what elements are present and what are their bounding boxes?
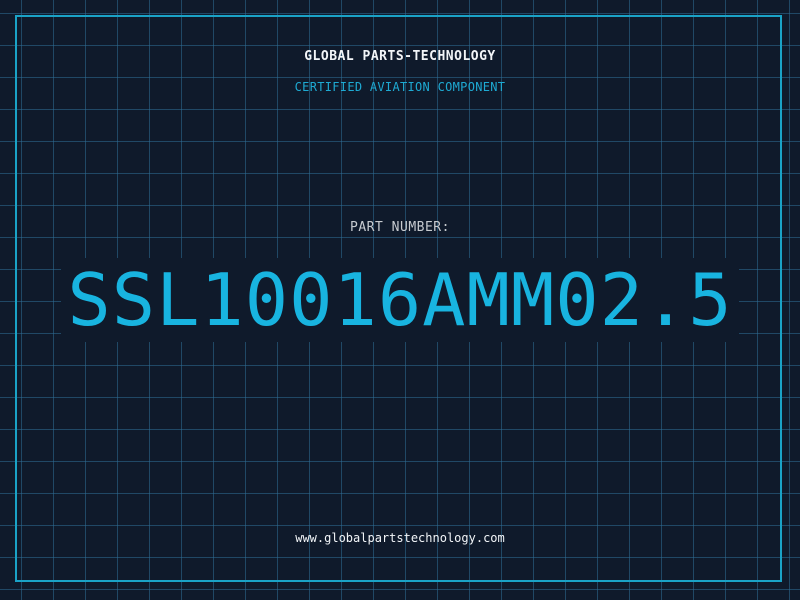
part-number-value: SSL10016AMM02.5	[0, 258, 800, 342]
part-number-text: SSL10016AMM02.5	[61, 258, 739, 342]
certification-subtitle: CERTIFIED AVIATION COMPONENT	[294, 80, 506, 94]
website-url: www.globalpartstechnology.com	[295, 531, 505, 545]
certificate-page: GLOBAL PARTS-TECHNOLOGY CERTIFIED AVIATI…	[0, 0, 800, 600]
company-name: GLOBAL PARTS-TECHNOLOGY	[304, 49, 496, 64]
part-number-label: PART NUMBER:	[350, 220, 450, 235]
